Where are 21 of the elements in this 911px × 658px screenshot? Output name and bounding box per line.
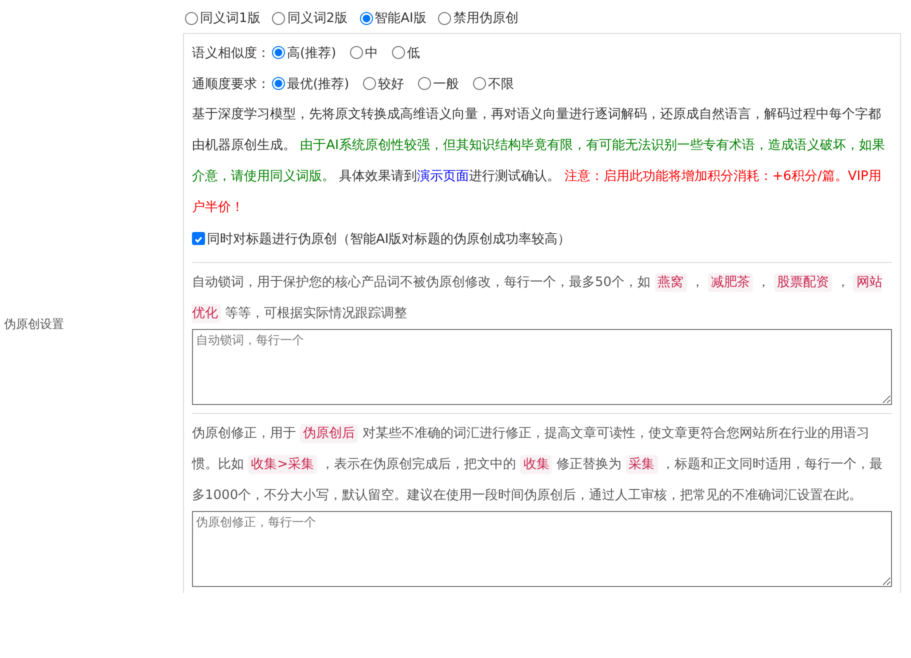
mode-radio[interactable]: 智能AI版 — [360, 9, 426, 27]
fluency-radio[interactable]: 不限 — [473, 74, 514, 92]
field-label: 通顺度要求： — [192, 76, 270, 92]
section-label: 伪原创设置 — [3, 317, 64, 331]
lock-words-field[interactable]: 自动锁词，每行一个 — [192, 329, 892, 405]
similarity-radio[interactable]: 低 — [392, 44, 420, 62]
field-label: 语义相似度： — [192, 44, 270, 62]
title-checkbox[interactable]: 同时对标题进行伪原创（智能AI版对标题的伪原创成功率较高） — [192, 230, 571, 248]
description-text: 基于深度学习模型，先将原文转换成高维语义向量，再对语义向量进行逐词解码，还原成自然语言，解码过程中每个字都由机器原创生成。 由于AI系统原创性较强，但其知识结构毕竟有限，有可能无法识别一些专有术语，造成语义破坏，如果介意，请使用同义词版。 具体效果请到演示页面进行测试确认。 注意：启用此功能将增加积分消耗：+6积分/篇。VIP用户半价！ — [192, 106, 886, 217]
correction-field[interactable]: 伪原创修正，每行一个 — [192, 511, 892, 587]
mode-radio[interactable]: 同义词2版 — [272, 9, 348, 27]
fluency-radio[interactable]: 最优(推荐) — [272, 74, 350, 92]
fluency-radio[interactable]: 较好 — [363, 74, 404, 92]
description-text: 伪原创修正，用于 伪原创后 对某些不准确的词汇进行修正，提高文章可读性，使文章更符合您网站所在行业的用语习惯。比如 收集>采集 ，表示在伪原创完成后，把文中的 收集 修正替换为 采集 ，标题和正文同时适用，每行一个，最多1000个，不分大小写，默认留空。建议在使用一段时间伪原创后，通过人工审核，把常见的不准确词汇设置在此。 — [192, 423, 884, 505]
demo-link[interactable]: 演示页面 — [417, 169, 470, 184]
description-text: 自动锁词，用于保护您的核心产品词不被伪原创修改，每行一个，最多50个，如 燕窝 ， 减肥茶 ， 股票配资 ， 网站优化 等等，可根据实际情况跟踪调整 — [192, 272, 884, 325]
similarity-radio[interactable]: 中 — [350, 44, 378, 62]
fluency-radio[interactable]: 一般 — [418, 74, 460, 92]
mode-radio[interactable]: 禁用伪原创 — [438, 9, 518, 27]
mode-radio[interactable]: 同义词1版 — [185, 9, 260, 27]
similarity-radio[interactable]: 高(推荐) — [272, 44, 336, 62]
